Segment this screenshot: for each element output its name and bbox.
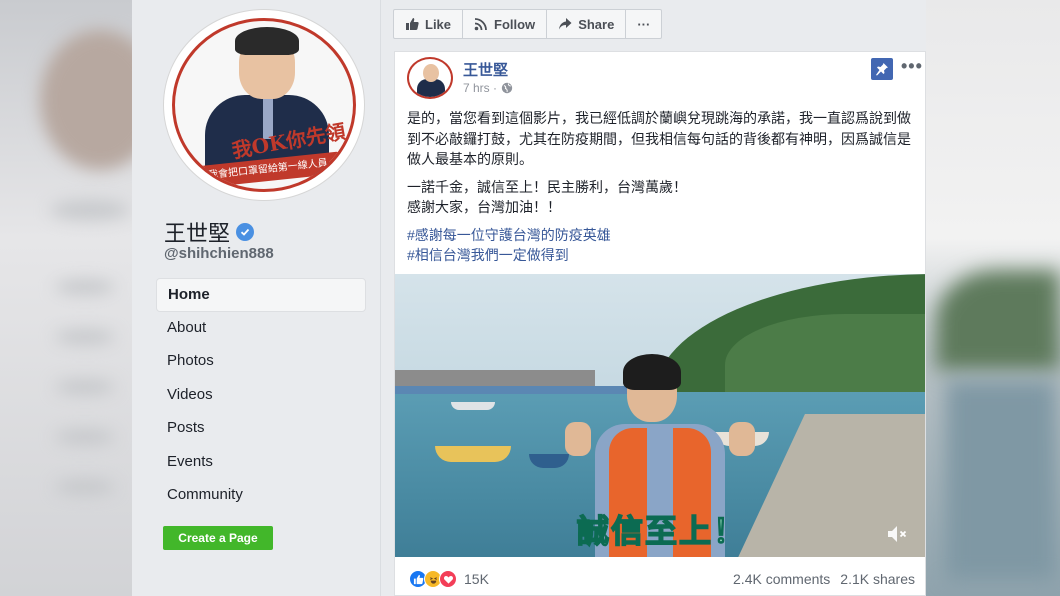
more-actions-label: ···	[637, 16, 651, 32]
blur-shape	[946, 380, 1056, 580]
person-hair	[623, 354, 681, 390]
thumbs-up-hand	[729, 422, 755, 456]
share-button[interactable]: Share	[547, 10, 627, 38]
follow-button[interactable]: Follow	[463, 10, 548, 38]
more-actions-button[interactable]: ···	[626, 10, 661, 38]
verified-badge-icon	[236, 223, 255, 241]
post-paragraph: 是的，當您看到這個影片，我已經低調於蘭嶼兌現跳海的承諾，我一直認爲說到做到不必敲…	[407, 110, 911, 167]
page-handle[interactable]: @shihchien888	[164, 245, 274, 262]
sidebar-divider	[380, 0, 381, 596]
pin-icon[interactable]	[871, 58, 893, 80]
boat	[435, 446, 511, 462]
post-line: 一諾千金，誠信至上！民主勝利，台灣萬歲！	[407, 178, 687, 195]
post-author-name[interactable]: 王世堅	[463, 59, 508, 80]
nav-item-home[interactable]: Home	[156, 278, 366, 312]
blurred-background-right	[926, 0, 1060, 596]
left-sidebar: 我OK你先領 我會把口罩留給第一線人員 王世堅 @shihchien888 Ho…	[132, 0, 380, 596]
comments-count-link[interactable]: 2.4K comments	[733, 571, 830, 587]
reaction-summary[interactable]: 15K	[409, 570, 489, 588]
like-page-button[interactable]: Like	[394, 10, 464, 38]
nav-item-events[interactable]: Events	[156, 446, 366, 480]
create-page-button[interactable]: Create a Page	[163, 526, 273, 550]
nav-item-about[interactable]: About	[156, 312, 366, 346]
follow-rss-icon	[474, 18, 487, 31]
avatar-suit	[417, 79, 445, 97]
blur-shape	[55, 280, 115, 294]
avatar-face	[423, 64, 439, 82]
hashtag-link[interactable]: #感謝每一位守護台灣的防疫英雄	[407, 225, 917, 246]
post-options-button[interactable]: •••	[901, 56, 923, 77]
nav-item-community[interactable]: Community	[156, 479, 366, 513]
pinned-post: 王世堅 7 hrs · ••• 是的，當您看到這個影片，我已經低調於蘭嶼兌現跳海…	[394, 51, 926, 596]
globe-icon	[501, 82, 513, 94]
video-caption: 誠信至上！	[576, 511, 748, 551]
boat	[451, 402, 495, 410]
post-stats: 2.4K comments 2.1K shares	[733, 571, 915, 587]
blurred-background-left	[0, 0, 160, 596]
post-video[interactable]: 誠信至上！	[395, 274, 925, 557]
post-body: 是的，當您看到這個影片，我已經低調於蘭嶼兌現跳海的承諾，我一直認爲說到做到不必敲…	[407, 108, 917, 266]
nav-item-posts[interactable]: Posts	[156, 412, 366, 446]
hashtag-link[interactable]: #相信台灣我們一定做得到	[407, 245, 917, 266]
love-reaction-icon	[439, 570, 457, 588]
post-time-text: 7 hrs ·	[463, 81, 498, 95]
share-label: Share	[578, 16, 615, 32]
like-thumb-icon	[406, 18, 419, 30]
post-author-avatar[interactable]	[407, 57, 453, 99]
blur-shape	[50, 200, 130, 220]
thumbs-up-hand	[565, 422, 591, 456]
shares-count-link[interactable]: 2.1K shares	[840, 571, 915, 587]
page-action-bar: Like Follow Share ···	[393, 9, 663, 39]
nav-item-photos[interactable]: Photos	[156, 345, 366, 379]
screenshot: 我OK你先領 我會把口罩留給第一線人員 王世堅 @shihchien888 Ho…	[0, 0, 1060, 596]
nav-item-videos[interactable]: Videos	[156, 379, 366, 413]
reaction-count: 15K	[464, 571, 489, 587]
like-label: Like	[425, 16, 452, 32]
avatar-hair	[235, 27, 299, 55]
facebook-page: 我OK你先領 我會把口罩留給第一線人員 王世堅 @shihchien888 Ho…	[132, 0, 926, 596]
page-nav: Home About Photos Videos Posts Events Co…	[156, 278, 366, 513]
profile-avatar[interactable]: 我OK你先領 我會把口罩留給第一線人員	[164, 10, 364, 200]
page-name[interactable]: 王世堅	[164, 216, 255, 248]
post-lines: 一諾千金，誠信至上！民主勝利，台灣萬歲！ 感謝大家，台灣加油！！	[407, 177, 917, 218]
post-line: 感謝大家，台灣加油！！	[407, 199, 561, 215]
blur-shape	[936, 270, 1060, 370]
mute-icon[interactable]	[885, 522, 909, 546]
blur-shape	[55, 480, 115, 494]
follow-label: Follow	[494, 16, 536, 32]
share-arrow-icon	[559, 18, 572, 30]
avatar-illustration: 我OK你先領 我會把口罩留給第一線人員	[172, 18, 356, 192]
page-name-text: 王世堅	[164, 221, 231, 246]
blur-shape	[55, 380, 115, 394]
blur-shape	[55, 330, 115, 344]
blur-shape	[55, 430, 115, 444]
post-timestamp[interactable]: 7 hrs ·	[463, 81, 513, 95]
